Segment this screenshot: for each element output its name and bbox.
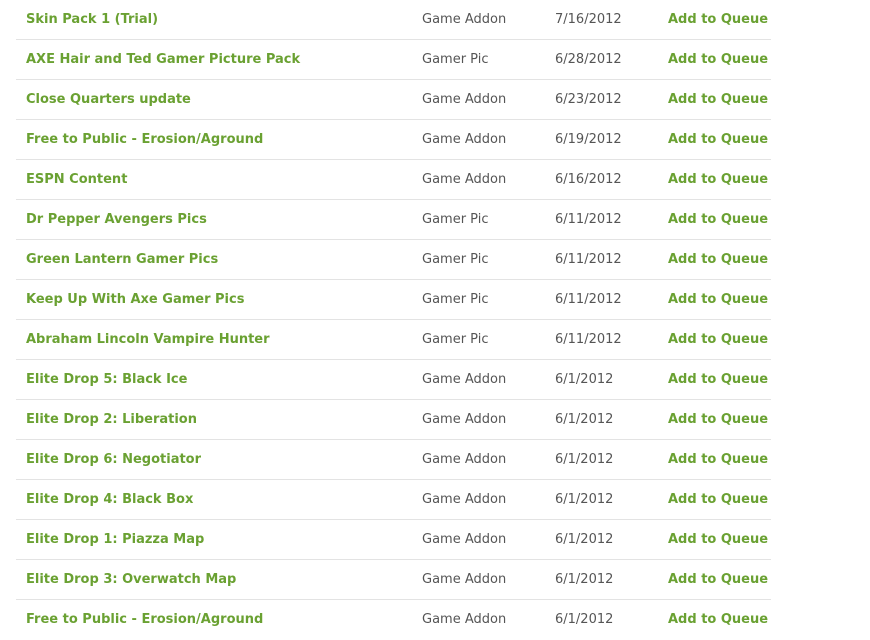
item-title-link[interactable]: ESPN Content	[26, 160, 127, 200]
item-title-link[interactable]: AXE Hair and Ted Gamer Picture Pack	[26, 40, 300, 80]
add-to-queue-link[interactable]: Add to Queue	[668, 120, 768, 160]
list-item: Elite Drop 5: Black Ice Game Addon 6/1/2…	[16, 360, 771, 400]
item-type: Game Addon	[422, 132, 507, 147]
item-type: Game Addon	[422, 12, 507, 27]
list-item: ESPN Content Game Addon 6/16/2012 Add to…	[16, 160, 771, 200]
item-title-link[interactable]: Elite Drop 2: Liberation	[26, 400, 197, 440]
add-to-queue-link[interactable]: Add to Queue	[668, 480, 768, 520]
item-title-link[interactable]: Dr Pepper Avengers Pics	[26, 200, 207, 240]
item-type: Game Addon	[422, 572, 507, 587]
item-date: 6/11/2012	[555, 252, 622, 267]
item-date: 6/16/2012	[555, 172, 622, 187]
item-date: 7/16/2012	[555, 12, 622, 27]
list-item: Skin Pack 1 (Trial) Game Addon 7/16/2012…	[16, 0, 771, 40]
list-item: Free to Public - Erosion/Aground Game Ad…	[16, 120, 771, 160]
item-title-link[interactable]: Free to Public - Erosion/Aground	[26, 600, 263, 640]
list-item: Abraham Lincoln Vampire Hunter Gamer Pic…	[16, 320, 771, 360]
item-title-link[interactable]: Elite Drop 5: Black Ice	[26, 360, 187, 400]
add-to-queue-link[interactable]: Add to Queue	[668, 280, 768, 320]
add-to-queue-link[interactable]: Add to Queue	[668, 200, 768, 240]
item-type: Game Addon	[422, 452, 507, 467]
item-type: Game Addon	[422, 172, 507, 187]
item-date: 6/19/2012	[555, 132, 622, 147]
add-to-queue-link[interactable]: Add to Queue	[668, 560, 768, 600]
item-date: 6/1/2012	[555, 412, 614, 427]
item-date: 6/11/2012	[555, 212, 622, 227]
list-item: Dr Pepper Avengers Pics Gamer Pic 6/11/2…	[16, 200, 771, 240]
list-item: Green Lantern Gamer Pics Gamer Pic 6/11/…	[16, 240, 771, 280]
item-date: 6/1/2012	[555, 452, 614, 467]
item-date: 6/1/2012	[555, 572, 614, 587]
item-title-link[interactable]: Elite Drop 1: Piazza Map	[26, 520, 204, 560]
item-type: Gamer Pic	[422, 52, 489, 67]
add-to-queue-link[interactable]: Add to Queue	[668, 240, 768, 280]
item-type: Game Addon	[422, 492, 507, 507]
item-type: Game Addon	[422, 612, 507, 627]
item-title-link[interactable]: Abraham Lincoln Vampire Hunter	[26, 320, 270, 360]
item-date: 6/1/2012	[555, 612, 614, 627]
item-type: Game Addon	[422, 92, 507, 107]
item-type: Gamer Pic	[422, 292, 489, 307]
list-item: Close Quarters update Game Addon 6/23/20…	[16, 80, 771, 120]
item-title-link[interactable]: Green Lantern Gamer Pics	[26, 240, 218, 280]
item-type: Gamer Pic	[422, 252, 489, 267]
item-title-link[interactable]: Skin Pack 1 (Trial)	[26, 0, 158, 40]
add-to-queue-link[interactable]: Add to Queue	[668, 400, 768, 440]
add-to-queue-link[interactable]: Add to Queue	[668, 600, 768, 640]
add-to-queue-link[interactable]: Add to Queue	[668, 360, 768, 400]
item-title-link[interactable]: Elite Drop 3: Overwatch Map	[26, 560, 236, 600]
item-type: Gamer Pic	[422, 212, 489, 227]
item-type: Game Addon	[422, 412, 507, 427]
add-to-queue-link[interactable]: Add to Queue	[668, 0, 768, 40]
item-type: Gamer Pic	[422, 332, 489, 347]
list-item: Keep Up With Axe Gamer Pics Gamer Pic 6/…	[16, 280, 771, 320]
item-date: 6/28/2012	[555, 52, 622, 67]
list-item: Elite Drop 4: Black Box Game Addon 6/1/2…	[16, 480, 771, 520]
item-date: 6/11/2012	[555, 332, 622, 347]
add-to-queue-link[interactable]: Add to Queue	[668, 40, 768, 80]
item-type: Game Addon	[422, 372, 507, 387]
item-date: 6/1/2012	[555, 492, 614, 507]
add-to-queue-link[interactable]: Add to Queue	[668, 520, 768, 560]
item-title-link[interactable]: Elite Drop 4: Black Box	[26, 480, 193, 520]
add-to-queue-link[interactable]: Add to Queue	[668, 160, 768, 200]
content-list: Skin Pack 1 (Trial) Game Addon 7/16/2012…	[16, 0, 771, 640]
list-item: Elite Drop 3: Overwatch Map Game Addon 6…	[16, 560, 771, 600]
item-date: 6/1/2012	[555, 532, 614, 547]
add-to-queue-link[interactable]: Add to Queue	[668, 440, 768, 480]
item-title-link[interactable]: Free to Public - Erosion/Aground	[26, 120, 263, 160]
item-title-link[interactable]: Elite Drop 6: Negotiator	[26, 440, 201, 480]
list-item: Elite Drop 2: Liberation Game Addon 6/1/…	[16, 400, 771, 440]
list-item: Elite Drop 6: Negotiator Game Addon 6/1/…	[16, 440, 771, 480]
add-to-queue-link[interactable]: Add to Queue	[668, 80, 768, 120]
item-date: 6/11/2012	[555, 292, 622, 307]
item-title-link[interactable]: Keep Up With Axe Gamer Pics	[26, 280, 244, 320]
list-item: Free to Public - Erosion/Aground Game Ad…	[16, 600, 771, 640]
item-title-link[interactable]: Close Quarters update	[26, 80, 191, 120]
list-item: Elite Drop 1: Piazza Map Game Addon 6/1/…	[16, 520, 771, 560]
list-item: AXE Hair and Ted Gamer Picture Pack Game…	[16, 40, 771, 80]
item-date: 6/1/2012	[555, 372, 614, 387]
add-to-queue-link[interactable]: Add to Queue	[668, 320, 768, 360]
item-type: Game Addon	[422, 532, 507, 547]
item-date: 6/23/2012	[555, 92, 622, 107]
